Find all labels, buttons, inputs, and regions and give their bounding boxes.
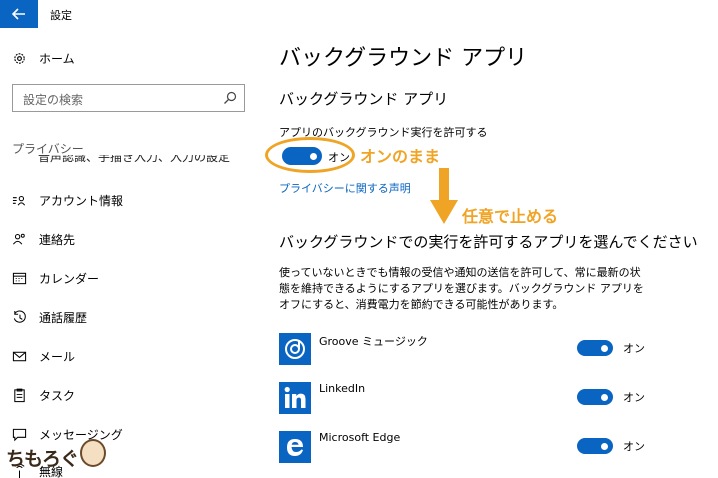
app-name: Microsoft Edge (319, 431, 401, 444)
search-icon[interactable] (222, 90, 238, 106)
mascot-icon (80, 439, 106, 467)
sidebar-item-contacts[interactable]: 連絡先 (12, 231, 75, 248)
privacy-statement-link[interactable]: プライバシーに関する声明 (279, 180, 411, 196)
account-info-icon (12, 193, 27, 208)
sidebar-item-label: 通話履歴 (39, 311, 88, 325)
app-row-linkedin: LinkedIn オン (279, 382, 649, 414)
watermark-logo: ちもろぐ (4, 436, 108, 476)
down-arrow-icon (430, 168, 458, 224)
groove-music-toggle[interactable] (577, 340, 613, 356)
sidebar-item-account-info[interactable]: アカウント情報 (12, 192, 123, 209)
sidebar-item-label: アカウント情報 (39, 194, 124, 208)
sidebar-item-label: ホーム (39, 52, 75, 66)
search-input[interactable]: 設定の検索 (12, 84, 245, 112)
mail-icon (12, 349, 27, 364)
page-title: バックグラウンド アプリ (279, 46, 528, 71)
edge-icon (279, 431, 311, 463)
highlight-ellipse (265, 137, 355, 173)
sidebar-item-speech[interactable]: 音声認識、手描き入力、入力の設定 (38, 155, 230, 164)
sidebar-item-tasks[interactable]: タスク (12, 387, 75, 404)
apps-description: 使っていないときでも情報の受信や通知の送信を許可して、常に最新の状態を維持できる… (279, 266, 644, 311)
edge-toggle[interactable] (577, 438, 613, 454)
app-name: Groove ミュージック (319, 335, 428, 348)
contacts-icon (12, 232, 27, 247)
app-toggle-state: オン (623, 342, 645, 355)
back-arrow-icon (12, 8, 25, 20)
calendar-icon (12, 271, 27, 286)
search-placeholder: 設定の検索 (23, 93, 84, 107)
app-row-groove: Groove ミュージック オン (279, 333, 649, 365)
app-toggle-state: オン (623, 391, 645, 404)
title-bar: 設定 (0, 0, 718, 28)
annotation-optional-stop: 任意で止める (462, 207, 559, 226)
tasks-icon (12, 388, 27, 403)
back-button[interactable] (0, 0, 38, 28)
sidebar-item-mail[interactable]: メール (12, 348, 75, 365)
sidebar-item-home[interactable]: ホーム (12, 50, 75, 67)
linkedin-toggle[interactable] (577, 389, 613, 405)
sidebar-item-call-history[interactable]: 通話履歴 (12, 309, 87, 326)
annotation-keep-on: オンのまま (360, 147, 441, 166)
section-subtitle: バックグラウンド アプリ (279, 90, 449, 108)
app-toggle-state: オン (623, 440, 645, 453)
call-history-icon (12, 310, 27, 325)
sidebar-item-calendar[interactable]: カレンダー (12, 270, 99, 287)
sidebar: ホーム 設定の検索 プライバシー 音声認識、手描き入力、入力の設定 アカウント情… (0, 28, 255, 478)
gear-icon (12, 51, 27, 66)
groove-music-icon (279, 333, 311, 365)
linkedin-icon (279, 382, 311, 414)
sidebar-item-label: メール (39, 350, 76, 364)
app-name: LinkedIn (319, 382, 366, 395)
app-row-edge: Microsoft Edge オン (279, 431, 649, 463)
sidebar-item-label: 音声認識、手描き入力、入力の設定 (38, 155, 231, 164)
sidebar-item-label: 連絡先 (39, 233, 76, 247)
sidebar-item-label: カレンダー (39, 272, 100, 286)
apps-section-title: バックグラウンドでの実行を許可するアプリを選んでください (279, 233, 698, 251)
watermark-text: ちもろぐ (6, 448, 79, 470)
window-title: 設定 (50, 9, 72, 22)
sidebar-item-label: タスク (39, 389, 76, 403)
